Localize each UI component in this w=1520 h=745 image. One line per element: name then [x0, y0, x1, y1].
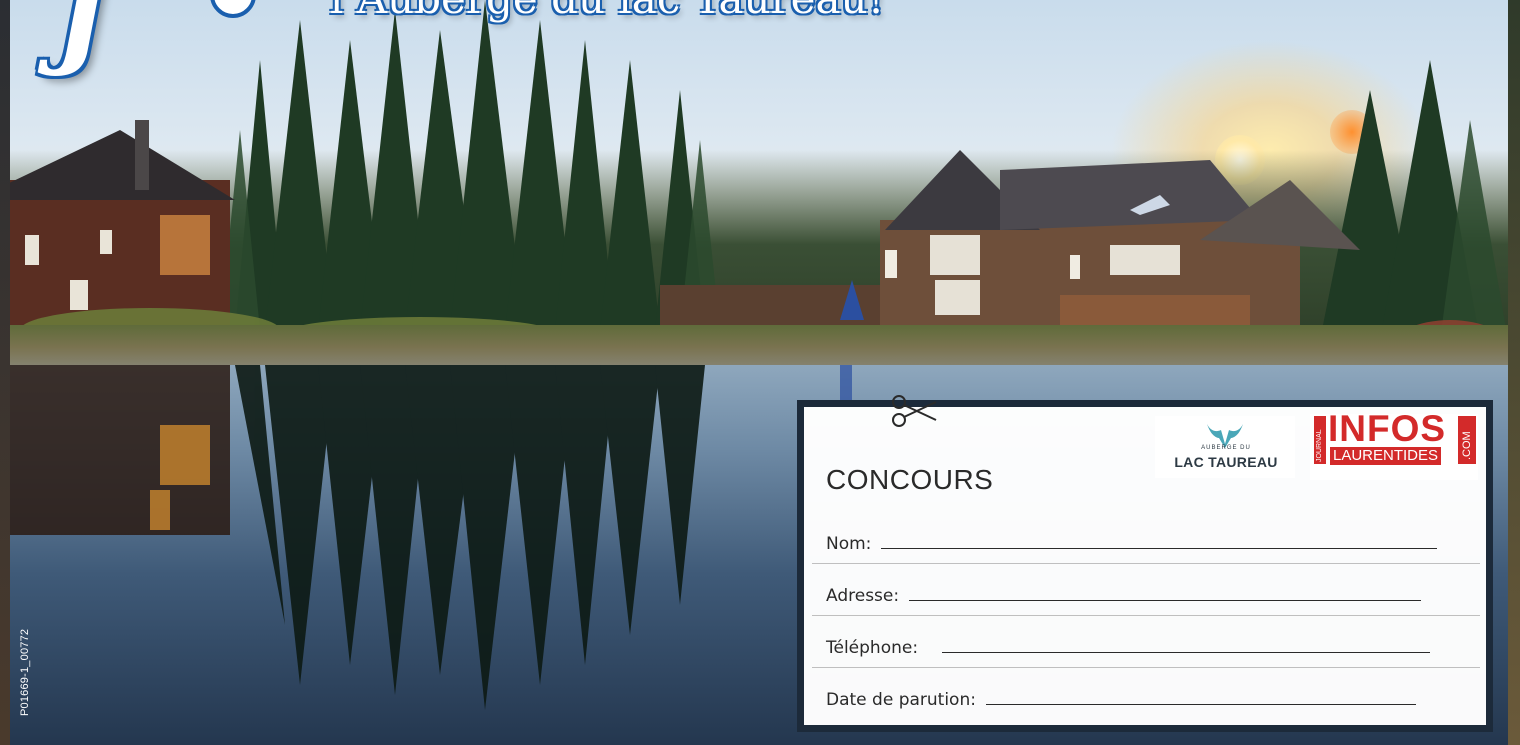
field-divider [812, 563, 1480, 564]
infos-com-text: .COM [1461, 431, 1473, 460]
headline-text: l’Auberge du lac Taureau! [330, 0, 884, 20]
auberge-building [880, 150, 1360, 330]
infos-logo-sub: LAURENTIDES [1330, 447, 1442, 465]
field-telephone[interactable]: Téléphone: [826, 628, 1431, 658]
right-border [1508, 0, 1520, 745]
coupon-title: CONCOURS [826, 464, 994, 495]
infos-logo-word: INFOS [1328, 408, 1447, 449]
field-nom[interactable]: Nom: [826, 524, 1438, 554]
field-date-parution-label: Date de parution: [826, 690, 976, 710]
field-nom-line[interactable] [881, 548, 1438, 549]
contest-page: J l’Auberge du lac Taureau! P01669-1_007… [0, 0, 1520, 745]
field-telephone-line[interactable] [942, 652, 1431, 653]
lac-taureau-logo-name: LAC TAUREAU [1174, 454, 1278, 470]
field-adresse[interactable]: Adresse: [826, 576, 1422, 606]
scissors-icon [892, 395, 937, 427]
field-date-parution[interactable]: Date de parution: [826, 680, 1416, 710]
left-house [5, 120, 235, 330]
field-divider [812, 667, 1480, 668]
field-adresse-label: Adresse: [826, 586, 900, 606]
reference-code: P01669-1_00772 [19, 628, 31, 716]
field-nom-label: Nom: [826, 534, 872, 554]
headline-initial: J [55, 0, 108, 79]
field-telephone-label: Téléphone: [826, 638, 919, 658]
field-date-parution-line[interactable] [985, 704, 1416, 705]
left-border [0, 0, 10, 745]
field-divider [812, 615, 1480, 616]
trees-and-buildings [5, 0, 1510, 380]
infos-journal-text: JOURNAL [1316, 429, 1323, 462]
lac-taureau-logo-small-text: AUBERGE DU [1201, 445, 1251, 451]
field-adresse-line[interactable] [909, 600, 1422, 601]
